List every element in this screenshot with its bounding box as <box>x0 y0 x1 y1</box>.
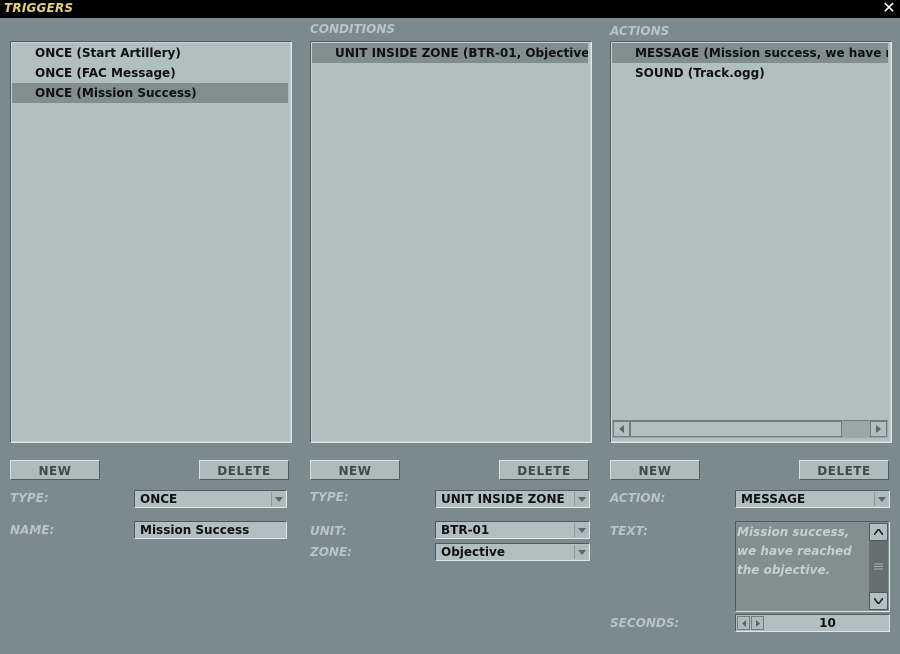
scroll-thumb[interactable] <box>630 421 842 437</box>
new-trigger-button[interactable]: NEW <box>10 460 100 480</box>
close-icon[interactable]: ✕ <box>880 0 898 17</box>
condition-type-dropdown[interactable]: UNIT INSIDE ZONE <box>435 490 590 508</box>
action-type-dropdown[interactable]: MESSAGE <box>735 490 890 508</box>
chevron-down-icon[interactable] <box>574 523 588 537</box>
list-item[interactable]: ONCE (Start Artillery) <box>12 43 288 63</box>
vertical-scrollbar[interactable] <box>869 523 888 610</box>
scroll-left-icon[interactable] <box>613 421 630 437</box>
list-item[interactable]: SOUND (Track.ogg) <box>612 63 888 83</box>
list-item-label: ONCE (FAC Message) <box>35 66 176 80</box>
list-item-label: ONCE (Start Artillery) <box>35 46 181 60</box>
trigger-type-dropdown[interactable]: ONCE <box>134 490 287 508</box>
seconds-value: 10 <box>819 616 836 630</box>
window-title: TRIGGERS <box>4 1 74 15</box>
trigger-name-field[interactable]: Mission Success <box>134 521 287 539</box>
action-text-value: Mission success, we have reached the obj… <box>737 525 852 577</box>
action-seconds-label: SECONDS: <box>610 616 680 630</box>
chevron-down-icon[interactable] <box>874 492 888 506</box>
list-item-label: MESSAGE (Mission success, we have reache… <box>635 46 888 60</box>
condition-type-label: TYPE: <box>310 490 349 504</box>
scroll-thumb[interactable] <box>869 541 888 592</box>
delete-action-button[interactable]: DELETE <box>799 460 889 480</box>
increment-icon[interactable] <box>751 616 764 630</box>
horizontal-scrollbar[interactable] <box>612 420 888 438</box>
list-item[interactable]: ONCE (FAC Message) <box>12 63 288 83</box>
trigger-type-label: TYPE: <box>10 491 49 505</box>
condition-zone-label: ZONE: <box>310 545 352 559</box>
chevron-down-icon[interactable] <box>271 492 285 506</box>
seconds-stepper[interactable]: 10 <box>735 614 890 632</box>
list-item-label: SOUND (Track.ogg) <box>635 66 765 80</box>
condition-unit-label: UNIT: <box>310 524 347 538</box>
condition-zone-value: Objective <box>441 545 505 559</box>
scroll-down-icon[interactable] <box>869 592 888 610</box>
conditions-header: CONDITIONS <box>310 22 396 36</box>
trigger-list[interactable]: ONCE (Start Artillery) ONCE (FAC Message… <box>10 41 292 443</box>
list-item-selected[interactable]: ONCE (Mission Success) <box>12 83 288 103</box>
chevron-down-icon[interactable] <box>574 545 588 559</box>
action-type-label: ACTION: <box>610 491 666 505</box>
delete-trigger-button[interactable]: DELETE <box>199 460 289 480</box>
action-type-value: MESSAGE <box>741 492 806 506</box>
actions-header: ACTIONS <box>610 24 670 38</box>
list-item-selected[interactable]: UNIT INSIDE ZONE (BTR-01, Objective) <box>312 43 588 63</box>
title-bar: TRIGGERS ✕ <box>0 0 900 18</box>
condition-type-value: UNIT INSIDE ZONE <box>441 492 565 506</box>
condition-unit-dropdown[interactable]: BTR-01 <box>435 521 590 539</box>
list-item-label: ONCE (Mission Success) <box>35 86 197 100</box>
scroll-up-icon[interactable] <box>869 523 888 541</box>
decrement-icon[interactable] <box>737 616 750 630</box>
chevron-down-icon[interactable] <box>574 492 588 506</box>
list-item-label: UNIT INSIDE ZONE (BTR-01, Objective) <box>335 46 588 60</box>
action-text-area[interactable]: Mission success, we have reached the obj… <box>735 521 890 612</box>
condition-list[interactable]: UNIT INSIDE ZONE (BTR-01, Objective) <box>310 41 592 443</box>
new-action-button[interactable]: NEW <box>610 460 700 480</box>
new-condition-button[interactable]: NEW <box>310 460 400 480</box>
condition-unit-value: BTR-01 <box>441 523 490 537</box>
trigger-name-label: NAME: <box>10 523 55 537</box>
list-item-selected[interactable]: MESSAGE (Mission success, we have reache… <box>612 43 888 63</box>
trigger-name-value: Mission Success <box>140 523 250 537</box>
scroll-right-icon[interactable] <box>870 421 887 437</box>
trigger-type-value: ONCE <box>140 492 178 506</box>
condition-zone-dropdown[interactable]: Objective <box>435 543 590 561</box>
action-text-label: TEXT: <box>610 524 648 538</box>
action-list[interactable]: MESSAGE (Mission success, we have reache… <box>610 41 892 443</box>
delete-condition-button[interactable]: DELETE <box>499 460 589 480</box>
